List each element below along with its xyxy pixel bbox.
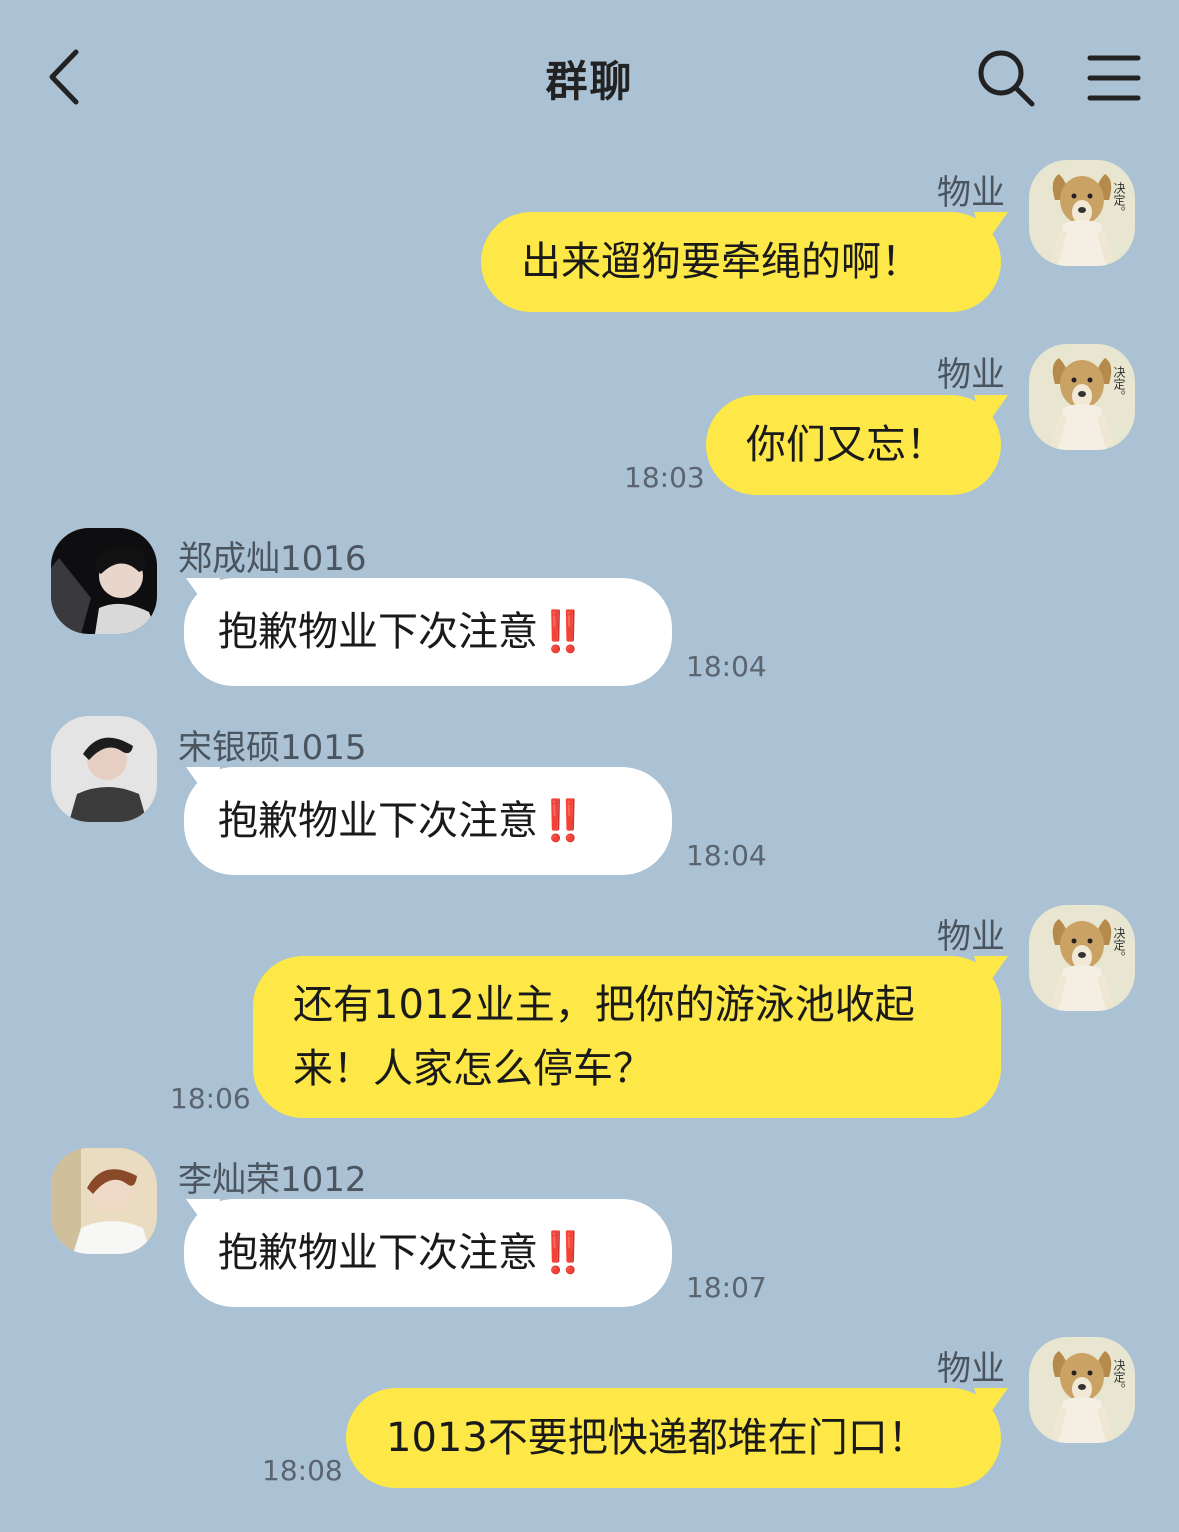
message-bubble[interactable]: 1013不要把快递都堆在门口！	[346, 1388, 1001, 1488]
message-bubble[interactable]: 你们又忘！	[706, 395, 1001, 495]
avatar[interactable]: 决定。	[1029, 905, 1135, 1011]
message-bubble[interactable]: 出来遛狗要牵绳的啊！	[481, 212, 1001, 312]
avatar[interactable]	[51, 716, 157, 822]
avatar-caption: 决定。	[1112, 1359, 1126, 1395]
avatar[interactable]: 决定。	[1029, 160, 1135, 266]
dog-photo: 决定。	[1029, 905, 1135, 1011]
member-photo	[51, 716, 157, 822]
avatar-caption: 决定。	[1112, 366, 1126, 402]
message-text: 1013不要把快递都堆在门口！	[386, 1415, 928, 1461]
double-exclamation-icon: ‼️	[538, 798, 588, 844]
sender-name: 李灿荣1012	[178, 1160, 367, 1200]
message-time: 18:04	[686, 839, 767, 872]
message-time: 18:07	[686, 1271, 767, 1304]
sender-name: 物业	[937, 1349, 1005, 1389]
sender-name: 物业	[937, 917, 1005, 957]
member-photo	[51, 528, 157, 634]
double-exclamation-icon: ‼️	[538, 609, 588, 655]
message-list[interactable]: 物业 决定。 出来遛狗要牵绳的啊！ 物业 决定。 18:03 你们又忘！ 郑成灿…	[0, 0, 1179, 1532]
sender-name: 物业	[937, 355, 1005, 395]
message-text: 抱歉物业下次注意	[218, 1230, 538, 1276]
message-text: 抱歉物业下次注意	[218, 798, 538, 844]
message-bubble[interactable]: 还有1012业主，把你的游泳池收起来！人家怎么停车？	[253, 956, 1001, 1118]
avatar[interactable]	[51, 528, 157, 634]
avatar[interactable]: 决定。	[1029, 344, 1135, 450]
dog-photo: 决定。	[1029, 160, 1135, 266]
message-time: 18:03	[624, 461, 705, 494]
sender-name: 宋银硕1015	[178, 728, 367, 768]
double-exclamation-icon: ‼️	[538, 1230, 588, 1276]
message-text: 出来遛狗要牵绳的啊！	[521, 239, 921, 285]
dog-photo: 决定。	[1029, 1337, 1135, 1443]
message-bubble[interactable]: 抱歉物业下次注意‼️	[184, 1199, 672, 1307]
sender-name: 郑成灿1016	[178, 539, 367, 579]
message-bubble[interactable]: 抱歉物业下次注意‼️	[184, 767, 672, 875]
message-time: 18:06	[170, 1082, 251, 1115]
sender-name: 物业	[937, 173, 1005, 213]
member-photo	[51, 1148, 157, 1254]
avatar[interactable]	[51, 1148, 157, 1254]
message-bubble[interactable]: 抱歉物业下次注意‼️	[184, 578, 672, 686]
message-text: 还有1012业主，把你的游泳池收起来！人家怎么停车？	[293, 982, 915, 1092]
message-time: 18:04	[686, 650, 767, 683]
avatar-caption: 决定。	[1112, 182, 1126, 218]
message-text: 抱歉物业下次注意	[218, 609, 538, 655]
dog-photo: 决定。	[1029, 344, 1135, 450]
avatar[interactable]: 决定。	[1029, 1337, 1135, 1443]
message-text: 你们又忘！	[746, 422, 946, 468]
message-time: 18:08	[262, 1454, 343, 1487]
avatar-caption: 决定。	[1112, 927, 1126, 963]
